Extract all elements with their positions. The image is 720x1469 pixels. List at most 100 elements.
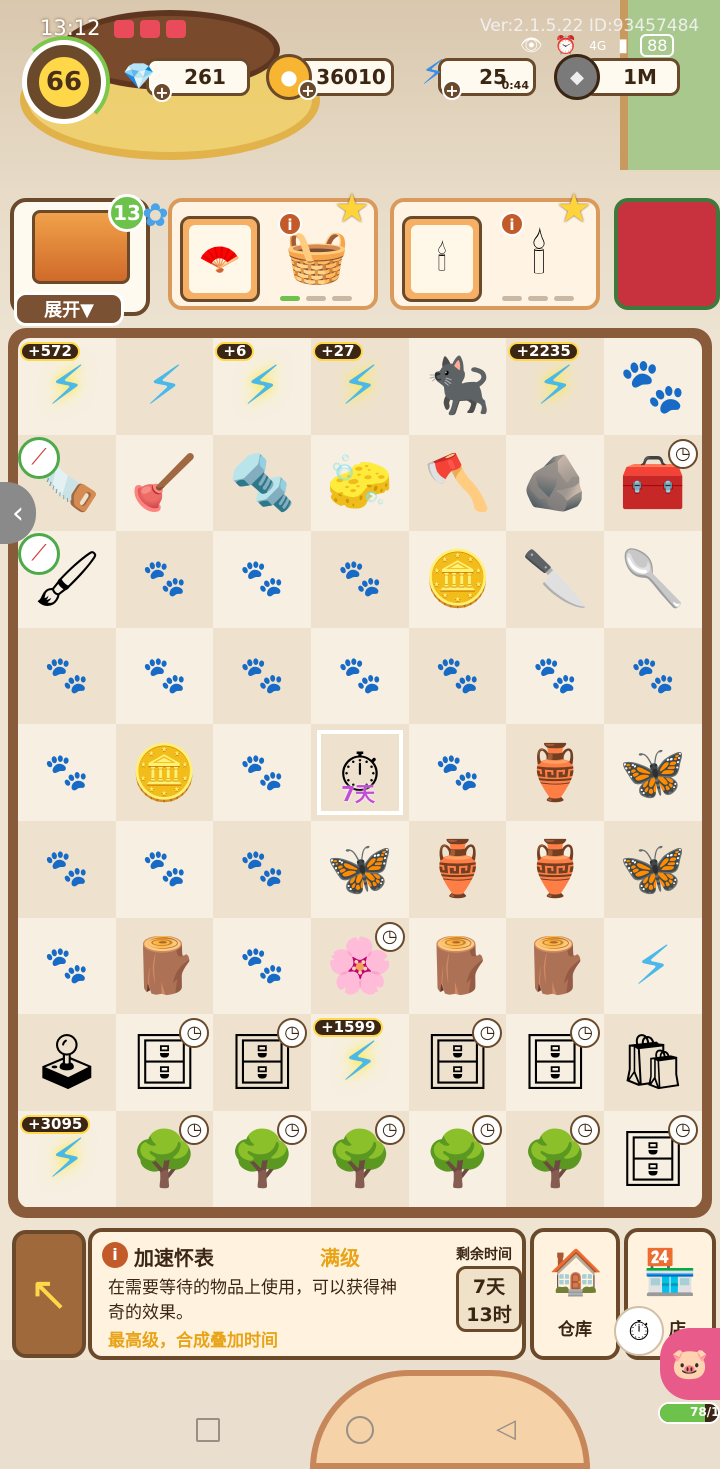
board-item-paper-bag[interactable]: 🛍 — [604, 1014, 702, 1111]
info-icon[interactable]: i — [278, 212, 302, 236]
energy-bonus-badge: +27 — [313, 342, 363, 361]
empty-cell[interactable]: 🐾 — [311, 627, 409, 725]
board-item-fruit-tree2[interactable]: 🌳 ◷ — [213, 1110, 312, 1208]
add-coins-button[interactable]: + — [298, 80, 318, 100]
board-item-black-cat[interactable]: 🐈‍⬛ — [408, 338, 507, 435]
board-item-fruit-tree3[interactable]: 🌳 ◷ — [311, 1110, 409, 1208]
board-item-flower-pot[interactable]: 🌸 ◷ — [311, 917, 409, 1015]
empty-cell[interactable]: 🐾 — [213, 820, 312, 918]
battery-indicator: 88 — [640, 34, 675, 57]
signal-icon: ▮ — [618, 35, 629, 56]
empty-cell[interactable]: 🐾 — [311, 531, 409, 628]
clock-icon: ◷ — [179, 1018, 210, 1049]
empty-cell[interactable]: 🐾 — [604, 627, 702, 725]
expand-button[interactable]: 展开▼ — [14, 292, 124, 326]
back-nav-button[interactable]: ◁ — [496, 1414, 516, 1444]
back-button[interactable]: ↖ — [12, 1230, 86, 1358]
board-item-bolt-tree2[interactable]: 🌳 ◷ — [506, 1110, 605, 1208]
board-item-butterfly-blue[interactable]: 🦋 — [604, 820, 702, 918]
board-item-arcade[interactable]: 🕹 — [18, 1014, 116, 1111]
order-card-2[interactable]: 🕯 🕯 i ★ — [390, 186, 600, 310]
empty-cell[interactable]: 🐾 — [506, 627, 605, 725]
cat-paw-toy-icon: 🐾 — [619, 354, 687, 418]
board-item-blue-vase[interactable]: 🏺 — [506, 820, 605, 918]
event-card[interactable] — [614, 198, 720, 310]
progress-dot — [554, 296, 574, 301]
info-icon[interactable]: i — [500, 212, 524, 236]
board-item-treasure-chest[interactable]: 🧰 ◷ — [604, 434, 702, 532]
speed-watch-icon[interactable]: ⏱ — [614, 1306, 664, 1356]
empty-cell[interactable]: 🐾 — [18, 917, 116, 1015]
paw-print-icon: 🐾 — [532, 655, 578, 697]
board-item-energy-shelf[interactable]: ⚡ — [115, 338, 214, 435]
board-item-cat-paw-toy[interactable]: 🐾 — [604, 338, 702, 435]
order-progress — [502, 296, 574, 301]
paw-print-icon: 🐾 — [239, 558, 285, 600]
board-item-butterfly-orange[interactable]: 🦋 — [604, 724, 702, 821]
board-item-broken-pot2[interactable]: 🪵 — [506, 917, 605, 1015]
board-item-brush[interactable]: 🧽 — [311, 434, 409, 532]
empty-cell[interactable]: 🐾 — [213, 917, 312, 1015]
board-item-coins[interactable]: 🪙 — [115, 724, 214, 821]
home-button[interactable] — [346, 1416, 374, 1444]
board-item-logs[interactable]: 🪵 — [115, 917, 214, 1015]
level-badge[interactable]: 66 — [22, 40, 106, 124]
empty-cell[interactable]: 🐾 — [408, 627, 507, 725]
piggy-bank-icon[interactable]: 🐷 — [660, 1328, 720, 1400]
empty-cell[interactable]: 🐾 — [115, 627, 214, 725]
order-card-1[interactable]: 🪭 🧺 i ★ — [168, 186, 378, 310]
board-item-energy-machine[interactable]: ⚡ +572 — [18, 338, 116, 435]
board-item-energy-tree[interactable]: ⚡ +3095 — [18, 1110, 116, 1208]
empty-cell[interactable]: 🐾 — [408, 724, 507, 821]
paw-print-icon: 🐾 — [142, 655, 187, 697]
board-item-energy-crate[interactable]: ⚡ +6 — [213, 338, 312, 435]
empty-cell[interactable]: 🐾 — [213, 627, 312, 725]
board-item-plunger[interactable]: 🪠 — [115, 434, 214, 532]
empty-cell[interactable]: 🐾 — [18, 627, 116, 725]
empty-cell[interactable]: 🐾 — [213, 724, 312, 821]
board-item-coin-pile[interactable]: 🪙 — [408, 531, 507, 628]
energy-tree-icon: ⚡ — [47, 1127, 86, 1191]
board-item-nightstand2[interactable]: 🗄 ◷ — [604, 1110, 702, 1208]
board-item-energy-cart2[interactable]: ⚡ +2235 — [506, 338, 605, 435]
progress-dot — [332, 296, 352, 301]
board-item-energy-bag[interactable]: ⚡ — [604, 917, 702, 1015]
remaining-time-box: 7天 13时 — [456, 1266, 522, 1332]
board-item-screw[interactable]: 🔩 — [213, 434, 312, 532]
board-item-fruit-tree[interactable]: 🌳 ◷ — [115, 1110, 214, 1208]
board-item-butterfly-yellow[interactable]: 🦋 — [311, 820, 409, 918]
board-item-dresser-orange[interactable]: 🗄 ◷ — [408, 1014, 507, 1111]
board-item-speed-watch[interactable]: ⏱ 7天 — [311, 724, 409, 821]
paw-print-icon: 🐾 — [337, 558, 383, 600]
board-item-energy-cart[interactable]: ⚡ +27 — [311, 338, 409, 435]
empty-cell[interactable]: 🐾 — [18, 724, 116, 821]
paw-print-icon: 🐾 — [44, 848, 90, 890]
board-item-bolt-tree[interactable]: 🌳 ◷ — [408, 1110, 507, 1208]
empty-cell[interactable]: 🐾 — [213, 531, 312, 628]
board-item-axe[interactable]: 🪓 — [408, 434, 507, 532]
add-gems-button[interactable]: + — [152, 82, 172, 102]
energy-cart2-icon: ⚡ — [536, 354, 575, 418]
empty-cell[interactable]: 🐾 — [115, 820, 214, 918]
board-item-wood-chip[interactable]: 🪨 — [506, 434, 605, 532]
logs-icon: 🪵 — [130, 933, 199, 997]
system-nav-bar: ◁ — [0, 1400, 720, 1460]
add-energy-button[interactable]: + — [442, 80, 462, 100]
board-item-trowel[interactable]: 🥄 — [604, 531, 702, 628]
board-item-dresser-flower2[interactable]: 🗄 ◷ — [213, 1014, 312, 1111]
empty-cell[interactable]: 🐾 — [115, 531, 214, 628]
board-item-dresser-flower[interactable]: 🗄 ◷ — [115, 1014, 214, 1111]
board-item-energy-pot[interactable]: ⚡ +1599 — [311, 1014, 409, 1111]
warehouse-button[interactable]: 🏠 仓库 — [530, 1228, 620, 1360]
paw-print-icon: 🐾 — [337, 655, 383, 697]
empty-cell[interactable]: 🐾 — [18, 820, 116, 918]
board-item-small-vase[interactable]: 🏺 — [506, 724, 605, 821]
recent-apps-button[interactable] — [196, 1418, 220, 1442]
board-item-broken-pot[interactable]: 🪵 — [408, 917, 507, 1015]
board-item-jar[interactable]: 🏺 — [408, 820, 507, 918]
info-icon[interactable]: i — [102, 1242, 128, 1268]
clock-icon: ◷ — [277, 1114, 308, 1145]
board-item-spatula[interactable]: 🔪 — [506, 531, 605, 628]
board-item-nightstand[interactable]: 🗄 ◷ — [506, 1014, 605, 1111]
board-item-paintbrush[interactable]: 🖌 ⟋ — [18, 531, 116, 628]
